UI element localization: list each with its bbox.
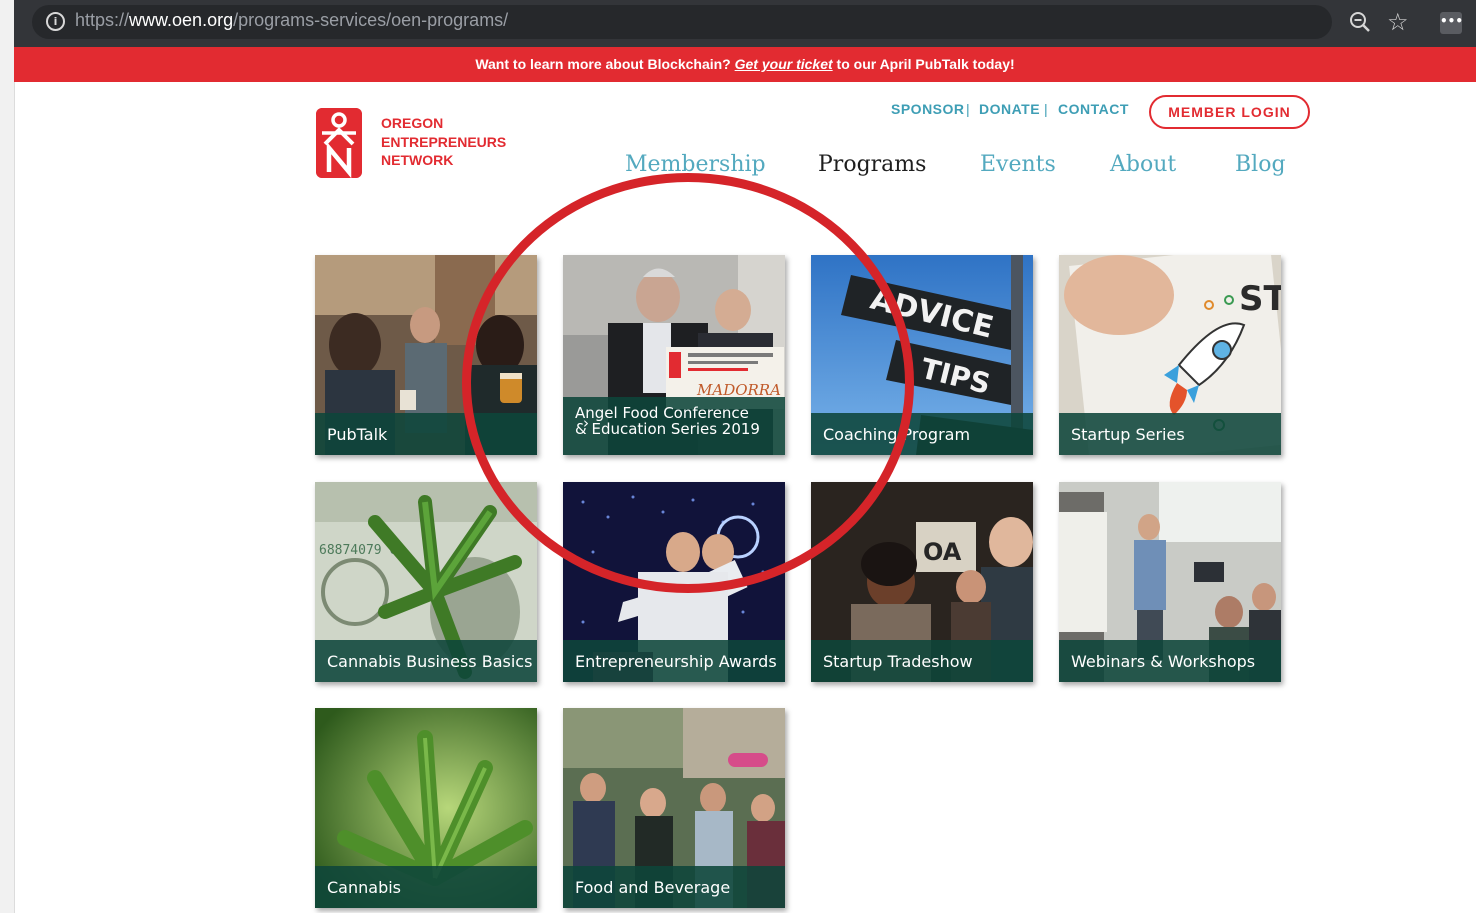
tradeshow-sign-text: OA [923, 538, 962, 566]
program-tile-pubtalk[interactable]: PubTalk [315, 255, 537, 455]
contact-link[interactable]: CONTACT [1058, 101, 1129, 121]
utility-separator: | [1044, 101, 1048, 117]
zoom-icon[interactable] [1348, 10, 1372, 34]
tile-title: Food and Beverage [575, 878, 731, 897]
bill-serial-text: 68874079 Q [319, 543, 397, 558]
nav-blog[interactable]: Blog [1235, 152, 1286, 177]
info-icon[interactable]: i [46, 12, 65, 31]
nav-membership[interactable]: Membership [625, 152, 766, 177]
program-tile-cannabis-business-basics[interactable]: 68874079 Q Cannabis Business Basics [315, 482, 537, 682]
sketch-letters: ST [1239, 279, 1281, 319]
banner-text-suffix: to our April PubTalk today! [832, 56, 1015, 72]
sponsor-link[interactable]: SPONSOR [891, 101, 965, 121]
tile-title: PubTalk [327, 425, 388, 444]
tile-label: Startup Series [1059, 413, 1281, 455]
tile-label: Cannabis Business Basics [315, 640, 537, 682]
program-tile-startup-series[interactable]: ST Startup Series [1059, 255, 1281, 455]
url-path: /programs-services/oen-programs/ [233, 10, 509, 30]
logo-wordmark[interactable]: OREGON ENTREPRENEURS NETWORK [381, 114, 506, 170]
banner-ticket-link[interactable]: Get your ticket [735, 56, 833, 72]
program-tile-coaching[interactable]: ADVICE TIPS Coaching Program [811, 255, 1033, 455]
url-text[interactable]: https://www.oen.org/programs-services/oe… [75, 10, 508, 31]
program-tile-entrepreneurship-awards[interactable]: Entrepreneurship Awards [563, 482, 785, 682]
url-domain: www.oen.org [129, 10, 234, 30]
nav-about[interactable]: About [1110, 152, 1176, 177]
star-icon[interactable]: ☆ [1387, 8, 1409, 36]
logo-line-1: OREGON [381, 115, 444, 131]
tile-title: Cannabis Business Basics [327, 652, 533, 671]
tile-label: PubTalk [315, 413, 537, 455]
tile-label: Startup Tradeshow [811, 640, 1033, 682]
program-tile-food-beverage[interactable]: Food and Beverage [563, 708, 785, 908]
tile-label: Coaching Program [811, 413, 1033, 455]
logo-line-3: NETWORK [381, 152, 454, 168]
logo-line-2: ENTREPRENEURS [381, 133, 507, 150]
browser-toolbar: i https://www.oen.org/programs-services/… [14, 0, 1476, 47]
tile-title: Webinars & Workshops [1071, 652, 1256, 671]
tile-label: Food and Beverage [563, 866, 785, 908]
window-left-edge [0, 0, 15, 913]
program-tile-webinars[interactable]: Webinars & Workshops [1059, 482, 1281, 682]
tile-title: Cannabis [327, 878, 401, 897]
tile-label: Entrepreneurship Awards [563, 640, 785, 682]
donate-link[interactable]: DONATE [979, 101, 1040, 121]
tile-title: Entrepreneurship Awards [575, 652, 777, 671]
program-tile-cannabis[interactable]: Cannabis [315, 708, 537, 908]
tile-title: Startup Series [1071, 425, 1185, 444]
nav-events[interactable]: Events [980, 152, 1056, 177]
chevron-right-icon: › [583, 414, 589, 432]
tile-label: Cannabis [315, 866, 537, 908]
announcement-banner: Want to learn more about Blockchain? Get… [14, 47, 1476, 82]
nav-programs[interactable]: Programs [818, 152, 926, 177]
tile-label: Angel Food Conference & Education Series… [563, 397, 785, 455]
url-scheme: https:// [75, 10, 130, 30]
member-login-button[interactable]: MEMBER LOGIN [1149, 95, 1310, 129]
utility-separator: | [966, 101, 970, 117]
more-icon[interactable]: ••• [1440, 12, 1463, 34]
tile-title: Coaching Program [823, 425, 971, 444]
oen-logo-icon[interactable] [316, 108, 362, 178]
tile-title: Startup Tradeshow [823, 652, 973, 671]
program-tile-startup-tradeshow[interactable]: OA Startup Tradeshow [811, 482, 1033, 682]
banner-text-prefix: Want to learn more about Blockchain? [475, 56, 735, 72]
program-tile-angel-food[interactable]: MADORRA Angel Food Conference & Educatio… [563, 255, 785, 455]
tile-label: Webinars & Workshops [1059, 640, 1281, 682]
